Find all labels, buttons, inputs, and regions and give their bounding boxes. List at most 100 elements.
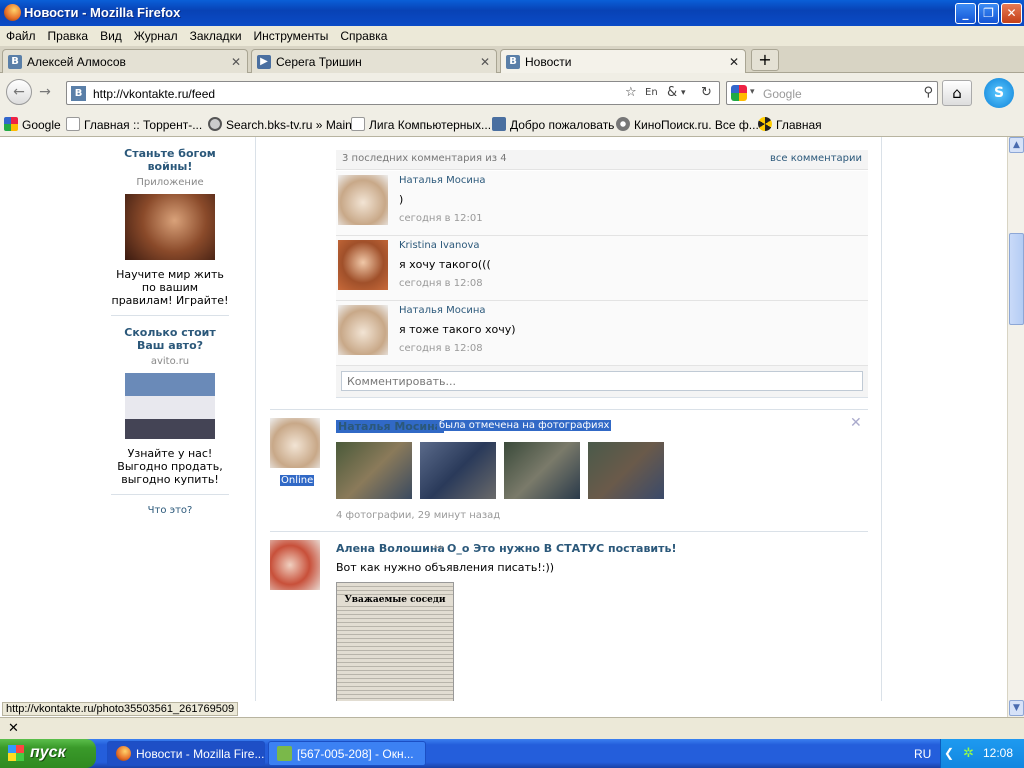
comments-count: 3 последних комментария из 4 <box>342 153 507 164</box>
share-arrow-icon: ↪ <box>434 541 444 554</box>
scroll-thumb[interactable] <box>1009 233 1024 325</box>
url-text[interactable]: http://vkontakte.ru/feed <box>93 87 215 101</box>
bookmark-kinopoisk[interactable]: КиноПоиск.ru. Все ф... <box>616 117 759 132</box>
task-firefox[interactable]: Новости - Mozilla Fire... <box>107 741 265 766</box>
comment-item: Наталья Мосина ) сегодня в 12:01 <box>336 171 868 236</box>
bookmark-torrent[interactable]: Главная :: Торрент-... <box>66 117 202 132</box>
menu-bookmarks[interactable]: Закладки <box>184 26 248 46</box>
ampersand-icon[interactable]: & <box>667 85 677 100</box>
post-title[interactable]: О_о Это нужно В СТАТУС поставить! <box>447 542 676 555</box>
scroll-up-button[interactable]: ▲ <box>1009 137 1024 153</box>
language-indicator[interactable]: RU <box>914 747 931 761</box>
back-button[interactable]: ← <box>6 79 32 105</box>
avatar-kitten[interactable] <box>338 305 388 355</box>
search-placeholder: Google <box>763 87 802 101</box>
ad-image-warrior[interactable] <box>125 194 215 260</box>
what-is-it-link[interactable]: Что это? <box>111 505 229 516</box>
tagged-photo-3[interactable] <box>504 442 580 499</box>
comments-header: 3 последних комментария из 4 все коммент… <box>336 150 868 170</box>
post-author[interactable]: Алена Волошина <box>336 542 445 555</box>
ad-title[interactable]: Сколько стоит Ваш авто? <box>111 326 229 352</box>
comment-input[interactable]: Комментировать... <box>341 371 863 391</box>
url-bar[interactable]: B http://vkontakte.ru/feed ☆ En & ▾ ↻ <box>66 81 720 105</box>
bookmark-welcome[interactable]: Добро пожаловать <box>492 117 614 132</box>
post-meta: 4 фотографии, 29 минут назад <box>336 510 501 521</box>
forward-button[interactable]: → <box>32 79 58 105</box>
tray-expand-icon[interactable]: ❮ <box>944 746 954 760</box>
film-reel-icon <box>616 117 630 131</box>
minimize-button[interactable]: _ <box>955 3 976 24</box>
avatar-kitten[interactable] <box>338 175 388 225</box>
post-action: была отмечена на фотографиях <box>437 420 612 431</box>
reload-icon[interactable]: ↻ <box>701 85 712 100</box>
tagged-photo-1[interactable] <box>336 442 412 499</box>
firefox-icon <box>116 746 131 761</box>
close-tab-icon[interactable]: ✕ <box>231 55 241 69</box>
sidebar-ads: Станьте богом войны! Приложение Научите … <box>111 137 229 516</box>
dropdown-arrow-icon[interactable]: ▾ <box>681 88 686 98</box>
ad-avito[interactable]: Сколько стоит Ваш авто? avito.ru Узнайте… <box>111 316 229 495</box>
avatar-kitten[interactable] <box>270 418 320 468</box>
close-tab-icon[interactable]: ✕ <box>480 55 490 69</box>
task-window[interactable]: [567-005-208] - Окн... <box>268 741 426 766</box>
translate-icon[interactable]: En <box>645 87 658 98</box>
page-icon <box>351 117 365 131</box>
ad-god-of-war[interactable]: Станьте богом войны! Приложение Научите … <box>111 137 229 316</box>
task-label: [567-005-208] - Окн... <box>297 747 414 761</box>
comment-text: я тоже такого хочу) <box>399 323 516 336</box>
scroll-down-button[interactable]: ▼ <box>1009 700 1024 716</box>
post-text: Вот как нужно объявления писать!:)) <box>336 561 555 574</box>
avatar-kristina[interactable] <box>338 240 388 290</box>
skype-icon[interactable]: S <box>984 78 1014 108</box>
tagged-photo-2[interactable] <box>420 442 496 499</box>
post-photo[interactable]: Уважаемые соседи <box>336 582 454 701</box>
ad-title[interactable]: Станьте богом войны! <box>111 147 229 173</box>
menu-tools[interactable]: Инструменты <box>248 26 335 46</box>
news-feed: 3 последних комментария из 4 все коммент… <box>255 137 882 701</box>
start-button[interactable]: пуск <box>0 739 96 768</box>
home-button[interactable]: ⌂ <box>942 80 972 106</box>
vertical-scrollbar[interactable]: ▲ ▼ <box>1007 137 1024 717</box>
status-bar: http://vkontakte.ru/photo35503561_261769… <box>0 701 1007 717</box>
title-bar[interactable]: Новости - Mozilla Firefox _ ❐ ✕ <box>0 0 1024 26</box>
search-engine-dropdown-icon[interactable]: ▾ <box>750 87 755 97</box>
new-tab-button[interactable]: + <box>751 49 779 71</box>
tab-serega[interactable]: ▶ Серега Тришин ✕ <box>251 49 497 73</box>
all-comments-link[interactable]: все комментарии <box>770 153 862 164</box>
tray-app-icon[interactable]: ✲ <box>963 745 974 761</box>
menu-edit[interactable]: Правка <box>42 26 95 46</box>
close-window-button[interactable]: ✕ <box>1001 3 1022 24</box>
comment-author[interactable]: Наталья Мосина <box>399 175 486 186</box>
bookmark-main[interactable]: Главная <box>758 117 822 132</box>
windows-logo-icon <box>8 745 24 761</box>
menu-view[interactable]: Вид <box>94 26 128 46</box>
google-icon <box>4 117 18 131</box>
search-box[interactable]: ▾ Google ⚲ <box>726 81 938 105</box>
menu-history[interactable]: Журнал <box>128 26 184 46</box>
photo-caption: Уважаемые соседи <box>337 595 453 605</box>
post-author[interactable]: Наталья Мосина <box>336 420 445 433</box>
tab-label: Алексей Алмосов <box>27 55 126 69</box>
comment-author[interactable]: Наталья Мосина <box>399 305 486 316</box>
avatar-alena[interactable] <box>270 540 320 590</box>
bookmark-search-bks[interactable]: Search.bks-tv.ru » Main <box>208 117 352 132</box>
maximize-button[interactable]: ❐ <box>978 3 999 24</box>
ad-source: avito.ru <box>150 356 190 367</box>
search-icon[interactable]: ⚲ <box>923 85 933 100</box>
menu-help[interactable]: Справка <box>334 26 393 46</box>
bookmark-google[interactable]: Google <box>4 117 61 132</box>
ad-image-car[interactable] <box>125 373 215 439</box>
tab-news[interactable]: B Новости ✕ <box>500 49 746 74</box>
close-post-icon[interactable]: ✕ <box>850 415 862 431</box>
close-findbar-icon[interactable]: ✕ <box>8 721 19 736</box>
bookmark-star-icon[interactable]: ☆ <box>625 85 637 100</box>
vk-favicon-icon: B <box>71 86 86 101</box>
tagged-photo-4[interactable] <box>588 442 664 499</box>
tab-aleksey[interactable]: B Алексей Алмосов ✕ <box>2 49 248 73</box>
tab-strip: B Алексей Алмосов ✕ ▶ Серега Тришин ✕ B … <box>0 46 1024 74</box>
close-tab-icon[interactable]: ✕ <box>729 55 739 69</box>
comment-time: сегодня в 12:08 <box>399 343 483 354</box>
comment-author[interactable]: Kristina Ivanova <box>399 240 480 251</box>
menu-file[interactable]: Файл <box>0 26 42 46</box>
bookmark-liga[interactable]: Лига Компьютерных... <box>351 117 491 132</box>
